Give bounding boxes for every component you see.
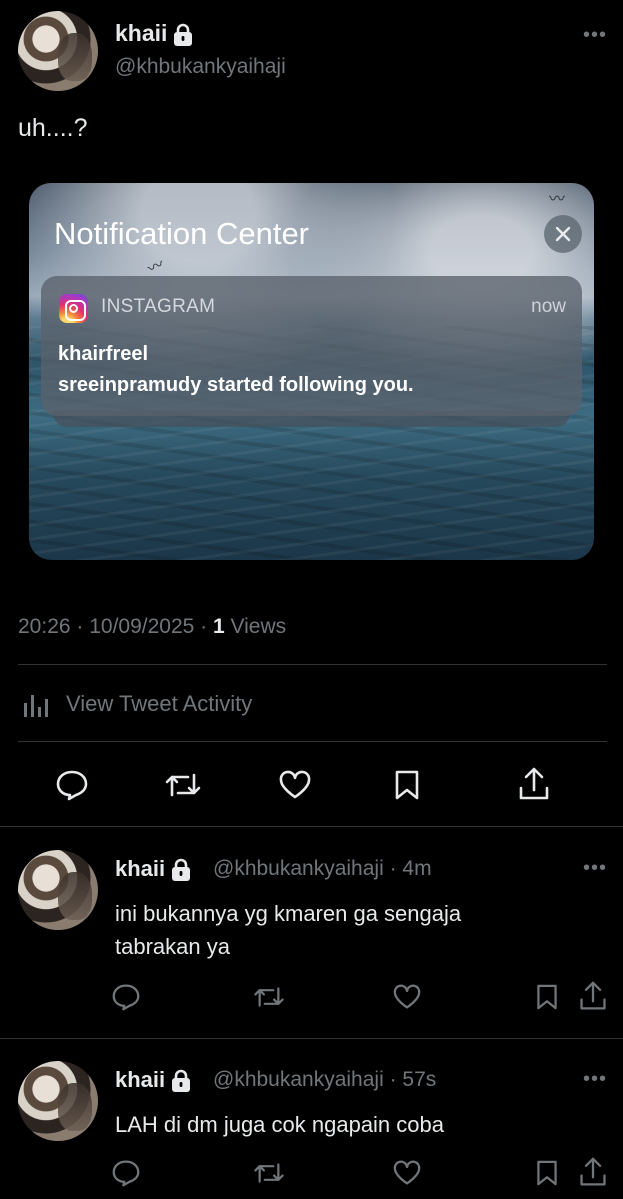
reply-text: ini bukannya yg kmaren ga sengaja tabrak…	[115, 897, 461, 963]
divider	[18, 664, 607, 665]
reply-avatar[interactable]	[18, 850, 98, 930]
retweet-button[interactable]	[250, 981, 288, 1013]
bird-icon: 〰	[145, 256, 167, 279]
bookmark-button[interactable]	[531, 981, 563, 1013]
divider	[18, 741, 607, 742]
reply-author-name-text: khaii	[115, 1067, 166, 1092]
more-options-icon[interactable]: •••	[583, 24, 607, 47]
analytics-icon	[24, 695, 48, 717]
reply-button[interactable]	[108, 1157, 144, 1189]
reply-text-line: ini bukannya yg kmaren ga sengaja	[115, 901, 462, 926]
bookmark-icon	[395, 770, 419, 800]
share-icon	[580, 981, 606, 1010]
notification-center-title: Notification Center	[54, 216, 310, 251]
retweet-icon	[165, 773, 201, 797]
retweet-icon	[254, 1163, 284, 1183]
views-count: 1	[212, 615, 225, 638]
share-button[interactable]	[514, 765, 554, 803]
reply-icon	[56, 770, 88, 801]
divider	[0, 826, 623, 827]
reply-author-name-text: khaii	[115, 856, 166, 881]
reply-text: LAH di dm juga cok ngapain coba	[115, 1108, 444, 1141]
reply-text-line: LAH di dm juga cok ngapain coba	[115, 1112, 444, 1137]
view-activity-label: View Tweet Activity	[66, 691, 253, 716]
author-name-text: khaii	[115, 20, 168, 46]
lock-icon	[172, 1069, 191, 1093]
lock-icon	[174, 23, 193, 46]
share-button[interactable]	[576, 979, 610, 1013]
author-name[interactable]: khaii	[115, 20, 193, 47]
attached-image[interactable]: 〰 〰 Notification Center INSTAGRAM now kh…	[29, 183, 594, 560]
author-avatar[interactable]	[18, 11, 98, 91]
like-button[interactable]	[389, 1157, 425, 1189]
reply-avatar[interactable]	[18, 1061, 98, 1141]
retweet-icon	[254, 987, 284, 1007]
lock-icon	[172, 858, 191, 882]
more-options-icon[interactable]: •••	[583, 1068, 607, 1091]
bookmark-button[interactable]	[389, 767, 425, 803]
bird-icon: 〰	[549, 191, 566, 208]
notification-title: khairfreel	[58, 343, 149, 365]
heart-icon	[279, 770, 311, 799]
share-icon	[519, 767, 549, 800]
close-icon	[544, 215, 582, 253]
retweet-button[interactable]	[250, 1157, 288, 1189]
reply-icon	[112, 984, 140, 1011]
share-icon	[580, 1157, 606, 1186]
instagram-icon	[59, 294, 88, 323]
author-handle[interactable]: @khbukankyaihaji	[115, 55, 286, 79]
bookmark-icon	[537, 1160, 557, 1186]
heart-icon	[393, 1160, 421, 1185]
reply-button[interactable]	[52, 767, 92, 803]
tweet-text: uh....?	[18, 114, 88, 142]
like-button[interactable]	[275, 767, 315, 803]
views-label: Views	[224, 615, 287, 638]
retweet-button[interactable]	[160, 767, 206, 803]
like-button[interactable]	[389, 981, 425, 1013]
timestamp: 20:26 · 10/09/2025 ·	[18, 615, 213, 638]
view-activity-button[interactable]: View Tweet Activity	[22, 689, 252, 719]
bookmark-icon	[537, 984, 557, 1010]
reply-button[interactable]	[108, 981, 144, 1013]
notification-time: now	[531, 296, 566, 317]
reply-author-name[interactable]: khaii	[115, 856, 191, 882]
share-button[interactable]	[576, 1155, 610, 1189]
divider	[0, 1038, 623, 1039]
bookmark-button[interactable]	[531, 1157, 563, 1189]
heart-icon	[393, 984, 421, 1009]
reply-author-handle[interactable]: @khbukankyaihaji · 4m	[213, 857, 432, 881]
reply-text-line: tabrakan ya	[115, 934, 230, 959]
reply-author-name[interactable]: khaii	[115, 1067, 191, 1093]
instagram-notification: INSTAGRAM now khairfreel sreeinpramudy s…	[41, 276, 582, 416]
tweet-meta: 20:26 · 10/09/2025 · 1 Views	[18, 615, 286, 639]
reply-author-handle[interactable]: @khbukankyaihaji · 57s	[213, 1068, 436, 1092]
notification-body: sreeinpramudy started following you.	[58, 374, 414, 396]
notification-app-name: INSTAGRAM	[101, 296, 216, 317]
more-options-icon[interactable]: •••	[583, 857, 607, 880]
reply-icon	[112, 1160, 140, 1187]
